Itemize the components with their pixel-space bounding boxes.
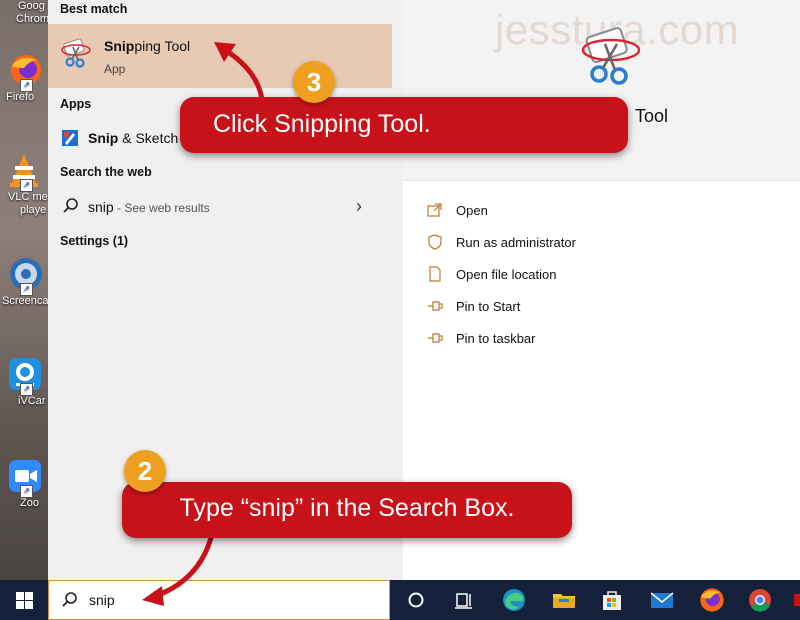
firefox-icon[interactable]: [698, 586, 726, 614]
action-label: Pin to Start: [456, 299, 521, 314]
desktop-strip: Goog Chrom ↗ Firefo ↗ VLC me playe ↗ Scr…: [0, 0, 48, 580]
file-location-icon: [427, 266, 443, 282]
action-pin-to-taskbar[interactable]: Pin to taskbar: [427, 328, 727, 354]
taskbar-search-box[interactable]: [48, 580, 390, 620]
snipping-tool-large-icon: [579, 26, 643, 90]
desktop-icon-vlc[interactable]: ↗ VLC me playe: [0, 152, 48, 217]
web-search-heading: Search the web: [60, 165, 152, 179]
chevron-right-icon[interactable]: ›: [356, 196, 362, 217]
desktop-icon-label: Goog: [18, 0, 45, 12]
desktop-icon-firefox[interactable]: ↗ Firefo: [0, 52, 48, 104]
taskbar: [0, 580, 800, 620]
desktop-icon-label: playe: [20, 204, 47, 216]
file-explorer-icon[interactable]: [550, 586, 578, 614]
zoom-icon: ↗: [6, 458, 42, 498]
action-label: Run as administrator: [456, 235, 576, 250]
action-run-as-admin[interactable]: Run as administrator: [427, 232, 727, 258]
screencast-icon: ↗: [6, 256, 42, 296]
taskbar-edge-marker: [794, 594, 800, 606]
action-open-file-location[interactable]: Open file location: [427, 264, 727, 290]
best-match-heading: Best match: [60, 2, 128, 16]
action-label: Open file location: [456, 267, 557, 282]
desktop-icon-label: Chrom: [16, 13, 48, 25]
action-pin-to-start[interactable]: Pin to Start: [427, 296, 727, 322]
mail-icon[interactable]: [648, 586, 676, 614]
pin-icon: [427, 298, 443, 314]
desktop-icon-chrome[interactable]: Goog Chrom: [0, 0, 48, 26]
web-result-label: snip - See web results: [88, 199, 210, 215]
callout-step-2: Type “snip” in the Search Box.: [122, 482, 572, 538]
action-label: Open: [456, 203, 488, 218]
firefox-icon: ↗: [6, 52, 42, 92]
shield-icon: [427, 234, 443, 250]
app-details-header: jesstura.com Tool: [403, 0, 800, 181]
callout-step-3-text: Click Snipping Tool.: [213, 110, 431, 138]
ivcam-icon: ↗: [6, 356, 42, 396]
open-icon: [427, 202, 443, 218]
vlc-icon: ↗: [6, 152, 42, 192]
best-match-title: Snipping Tool: [104, 38, 191, 54]
pin-icon: [427, 330, 443, 346]
step-2-badge: 2: [124, 450, 166, 492]
action-open[interactable]: Open: [427, 200, 727, 226]
snip-sketch-icon: [62, 130, 78, 146]
desktop-icon-label: Screenca: [2, 295, 48, 307]
desktop-icon-screencast[interactable]: ↗ Screenca: [0, 256, 48, 308]
apps-heading: Apps: [60, 97, 92, 111]
callout-step-2-text: Type “snip” in the Search Box.: [179, 494, 515, 522]
cortana-icon[interactable]: [402, 586, 430, 614]
edge-icon[interactable]: [500, 586, 528, 614]
store-icon[interactable]: [598, 586, 626, 614]
web-result-snip[interactable]: snip - See web results ›: [48, 191, 392, 223]
search-icon: [62, 592, 77, 607]
desktop-icon-label: VLC me: [8, 191, 48, 203]
search-icon: [62, 197, 80, 215]
task-view-icon[interactable]: [450, 586, 478, 614]
windows-logo-icon: [16, 592, 33, 609]
action-label: Pin to taskbar: [456, 331, 536, 346]
desktop-icon-label: Zoo: [20, 497, 39, 509]
step-3-badge: 3: [293, 61, 335, 103]
search-input[interactable]: [87, 591, 371, 609]
app-result-label: Snip & Sketch: [88, 130, 179, 146]
settings-heading[interactable]: Settings (1): [60, 234, 128, 248]
desktop-icon-label: Firefo: [6, 91, 35, 103]
callout-step-3: Click Snipping Tool.: [180, 97, 628, 153]
best-match-type: App: [104, 62, 126, 76]
desktop-icon-ivcam[interactable]: ↗ iVCar: [0, 356, 48, 408]
best-match-snipping-tool[interactable]: Snipping Tool App: [48, 24, 392, 88]
desktop-icon-zoom[interactable]: ↗ Zoo: [0, 458, 48, 510]
desktop-icon-label: iVCar: [18, 395, 46, 407]
snipping-tool-icon: [60, 38, 92, 70]
chrome-icon[interactable]: [746, 586, 774, 614]
start-button[interactable]: [0, 580, 48, 620]
